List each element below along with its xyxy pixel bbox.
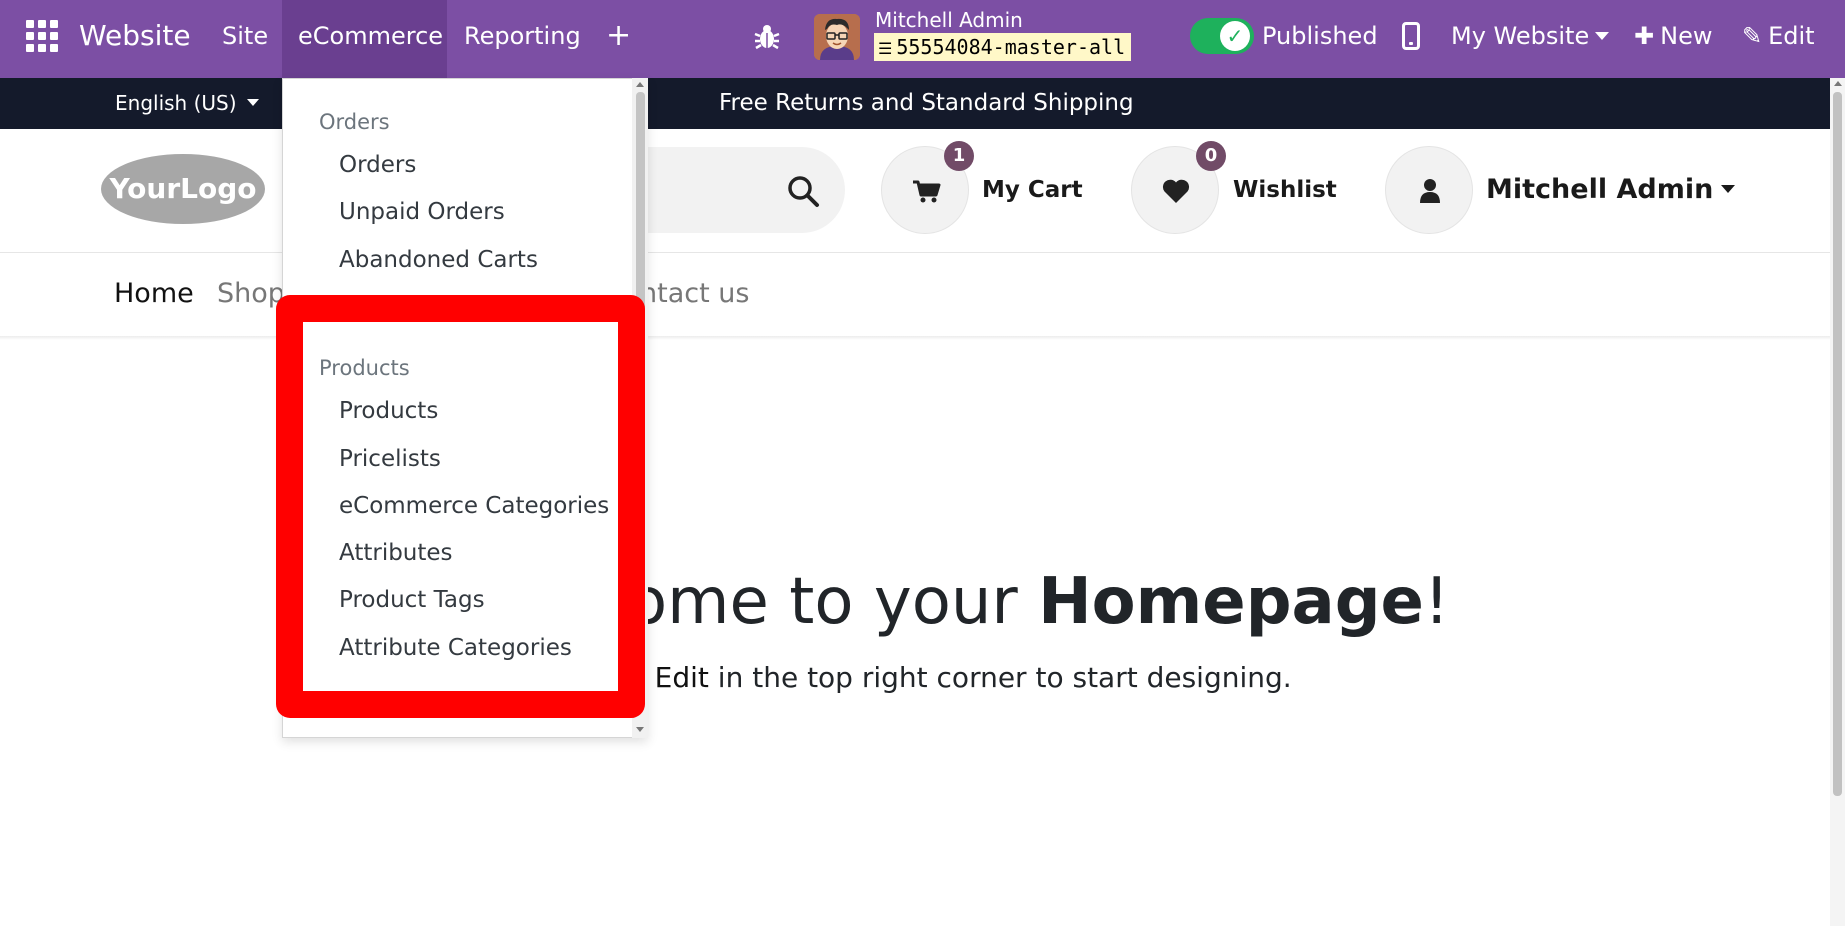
user-name[interactable]: Mitchell Admin [875, 8, 1023, 32]
account-button[interactable] [1385, 146, 1473, 234]
mobile-preview-icon[interactable] [1402, 22, 1420, 50]
database-badge: ☰ 55554084-master-all [874, 33, 1132, 61]
dropdown-header-orders: Orders [319, 110, 390, 134]
caret-down-icon [1595, 32, 1610, 40]
menu-site[interactable]: Site [222, 0, 268, 78]
language-label: English (US) [115, 91, 237, 115]
new-button[interactable]: ✚ New [1634, 0, 1712, 78]
menu-item-orders[interactable]: Orders [339, 149, 416, 181]
published-label[interactable]: Published [1262, 0, 1378, 78]
scroll-up-icon[interactable] [1834, 81, 1842, 86]
check-icon: ✓ [1220, 21, 1250, 51]
menu-item-abandoned-carts[interactable]: Abandoned Carts [339, 244, 538, 276]
top-navbar: Website Site eCommerce Reporting + Mitch… [0, 0, 1845, 78]
page-scrollbar[interactable] [1830, 78, 1845, 926]
new-label: New [1660, 22, 1713, 50]
announcement-bar: English (US) Free Returns and Standard S… [0, 78, 1830, 129]
hero-title-start: ome to your [628, 565, 1039, 639]
account-name: Mitchell Admin [1486, 174, 1714, 205]
hero-subtitle: n Edit in the top right corner to start … [628, 658, 1292, 698]
menu-ecommerce[interactable]: eCommerce [298, 0, 443, 78]
database-icon: ☰ [878, 39, 893, 58]
add-menu-plus-icon[interactable]: + [606, 0, 631, 78]
account-menu[interactable]: Mitchell Admin [1486, 170, 1736, 210]
pencil-icon: ✎ [1742, 22, 1763, 50]
menu-item-unpaid-orders[interactable]: Unpaid Orders [339, 196, 505, 228]
app-brand[interactable]: Website [79, 0, 191, 78]
scroll-down-icon[interactable] [636, 727, 644, 732]
wishlist-label[interactable]: Wishlist [1233, 170, 1337, 210]
website-selector-label: My Website [1451, 22, 1590, 50]
search-icon[interactable] [786, 174, 820, 208]
scroll-up-icon[interactable] [636, 82, 644, 87]
cart-count-badge: 1 [944, 141, 974, 171]
edit-label: Edit [1768, 22, 1815, 50]
user-avatar[interactable] [814, 14, 860, 60]
edit-button[interactable]: ✎ Edit [1742, 0, 1815, 78]
menu-reporting[interactable]: Reporting [464, 0, 581, 78]
plus-icon: ✚ [1634, 22, 1655, 50]
caret-down-icon [246, 99, 259, 106]
header-divider [0, 252, 1830, 253]
hero-title-end: ! [1423, 565, 1450, 639]
nav-shop[interactable]: Shop [217, 274, 285, 314]
nav-home[interactable]: Home [114, 274, 194, 314]
language-selector[interactable]: English (US) [115, 78, 259, 129]
hero-title: ome to your Homepage! [628, 562, 1450, 642]
database-name: 55554084-master-all [896, 35, 1126, 59]
cart-icon [913, 180, 941, 203]
caret-down-icon [1721, 185, 1736, 193]
wishlist-count-badge: 0 [1196, 141, 1226, 171]
debug-bug-icon[interactable] [754, 22, 780, 50]
apps-menu-icon[interactable] [26, 20, 58, 52]
highlight-annotation-box [276, 295, 645, 718]
user-icon [1420, 179, 1440, 203]
hero-subtitle-bold: Edit [654, 661, 709, 694]
announcement-text: Free Returns and Standard Shipping [719, 90, 1134, 116]
page-scrollbar-thumb[interactable] [1833, 92, 1842, 796]
nav-divider [0, 336, 1830, 340]
hero-subtitle-end: in the top right corner to start designi… [708, 661, 1292, 694]
nav-contact-us[interactable]: ntact us [640, 274, 749, 314]
publish-toggle[interactable]: ✓ [1190, 18, 1254, 54]
cart-label[interactable]: My Cart [982, 170, 1083, 210]
website-selector[interactable]: My Website [1451, 0, 1610, 78]
hero-title-bold: Homepage [1038, 565, 1424, 639]
logo-text: YourLogo [108, 172, 256, 205]
heart-icon [1162, 179, 1190, 203]
site-logo[interactable]: YourLogo [100, 153, 266, 225]
